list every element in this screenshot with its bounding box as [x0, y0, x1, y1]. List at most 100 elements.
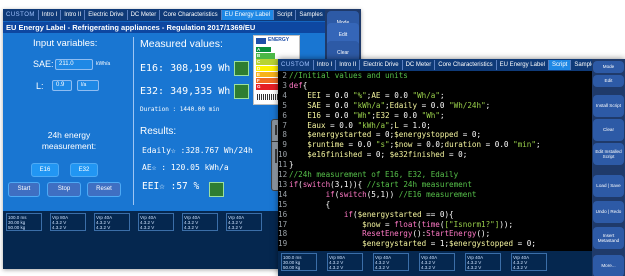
code-token: = 0;	[362, 150, 390, 160]
tab-custom[interactable]: CUSTOM	[3, 10, 39, 20]
code-token: E16	[289, 110, 322, 120]
reset-button[interactable]: Reset	[87, 182, 121, 197]
edit-button[interactable]: Edit	[593, 75, 624, 87]
line-number: 14	[278, 189, 288, 199]
code-token: }	[289, 160, 294, 170]
code-token: = 0.0	[321, 110, 354, 120]
line-number: 7	[282, 120, 287, 130]
meter-cell[interactable]: Vrp 40A 4.3.2 V 4.3.2 V	[373, 253, 409, 271]
line-number: 17	[278, 219, 288, 229]
code-token: = 0.0	[481, 140, 514, 150]
meter-cell[interactable]: Vrp 40A 4.3.2 V 4.3.2 V	[465, 253, 501, 271]
meter-cell[interactable]: Vrp 80A 4.3.2 V 4.3.2 V	[327, 253, 363, 271]
tab-intro-i[interactable]: Intro I	[314, 60, 337, 70]
code-token: = 0.0	[343, 140, 376, 150]
tab-eu-energy-label[interactable]: EU Energy Label	[221, 10, 274, 20]
stop-button[interactable]: Stop	[47, 182, 81, 197]
meter-cell[interactable]: Vrp 40A 4.3.2 V 4.3.2 V	[419, 253, 455, 271]
line-number: 4	[282, 90, 287, 100]
e32-button[interactable]: E32	[70, 163, 98, 177]
code-token: {	[289, 199, 331, 209]
regulation-title: EU Energy Label - Refrigerating applianc…	[3, 22, 325, 33]
load-save-button[interactable]: Load | Save	[593, 175, 624, 197]
install-script-button[interactable]: Install Script	[593, 95, 624, 117]
tab-intro-ii[interactable]: Intro II	[61, 10, 86, 20]
code-token: = 0.0	[380, 90, 413, 100]
edit-installed-script-button[interactable]: Edit Installed Script	[593, 143, 624, 165]
energy-class-bar-b: B	[256, 53, 275, 59]
code-line: 15 {	[278, 199, 331, 210]
code-token: $energystarted	[289, 130, 372, 140]
l-unit: l/a	[77, 80, 99, 91]
tab-script[interactable]: Script	[549, 60, 572, 70]
l-input[interactable]: 0.9	[52, 80, 72, 91]
meter-reading: 4.3.2 V	[467, 265, 482, 270]
tab-eu-energy-label[interactable]: EU Energy Label	[497, 60, 549, 70]
eei-value: EEI☆ :57 %	[142, 181, 200, 192]
saf-unit: kWh/a	[96, 61, 111, 67]
start-button[interactable]: Start	[8, 182, 40, 197]
meter-cell[interactable]: Vrp 40A 4.3.2 V 4.3.2 V	[182, 213, 218, 231]
saf-input[interactable]: 211.0	[55, 59, 93, 70]
tab-samples[interactable]: Samples	[296, 10, 327, 20]
code-token: //24h measurement of E16, E32, Edaily	[289, 170, 459, 179]
meter-strip: 100.0 ms 30.00 kg 50.00 kg Vrp 80A 4.3.2 V 4.…	[3, 211, 325, 269]
mode-label: Mode	[602, 64, 615, 70]
code-line: 13 if(switch(3,1)){ //start 24h measureme…	[278, 179, 472, 190]
code-token: ResetEnergy	[289, 229, 413, 239]
more-button[interactable]: More...	[593, 255, 624, 276]
line-number: 6	[282, 110, 287, 120]
tab-script[interactable]: Script	[274, 10, 297, 20]
tab-electric-drive[interactable]: Electric Drive	[360, 60, 403, 70]
tab-core-characteristics[interactable]: Core Characteristics	[435, 60, 497, 70]
meter-reading: 4.3.2 V	[96, 225, 111, 230]
tab-core-characteristics[interactable]: Core Characteristics	[160, 10, 222, 20]
tab-custom[interactable]: CUSTOM	[278, 60, 314, 70]
insert-metastand-button[interactable]: Insert Metastand	[593, 227, 624, 249]
code-token: (5,1))	[366, 189, 399, 199]
tab-dc-meter[interactable]: DC Meter	[128, 10, 161, 20]
code-token: == 0){	[421, 209, 454, 219]
code-token: = 0;	[444, 150, 468, 160]
line-number: 11	[278, 160, 288, 170]
code-token: = 1;	[426, 239, 450, 249]
line-number: 12	[278, 170, 288, 179]
meter-reading: 4.3.2 V	[140, 225, 155, 230]
code-token: ;	[439, 110, 445, 120]
saf-value: 211.0	[59, 61, 74, 67]
meter-cell[interactable]: Vrp 40A 4.3.2 V 4.3.2 V	[138, 213, 174, 231]
tab-intro-i[interactable]: Intro I	[39, 10, 62, 20]
meter-cell[interactable]: Vrp 40A 4.3.2 V 4.3.2 V	[511, 253, 547, 271]
tab-intro-ii[interactable]: Intro II	[336, 60, 361, 70]
code-token: = 0.0	[321, 100, 354, 110]
meter-cell[interactable]: Vrp 40A 4.3.2 V 4.3.2 V	[226, 213, 262, 231]
mode-button[interactable]: Mode	[593, 61, 624, 73]
tab-dc-meter[interactable]: DC Meter	[403, 60, 436, 70]
meter-reading: 4.3.2 V	[52, 225, 67, 230]
code-token: switch	[302, 179, 331, 189]
meter-strip: 100.0 ms 30.00 kg 50.00 kg Vrp 80A 4.3.2 V 4.…	[278, 251, 592, 276]
e16-button[interactable]: E16	[31, 163, 59, 177]
code-token: def	[289, 80, 303, 90]
script-editor[interactable]: 2//Initial values and units 3 def{4 EEI = …	[278, 71, 592, 251]
clear-button[interactable]: Clear	[593, 119, 624, 141]
code-token: = 0.0	[321, 90, 354, 100]
meter-cell[interactable]: 100.0 ms 30.00 kg 50.00 kg	[281, 253, 317, 271]
code-token: $now	[289, 219, 381, 229]
code-token: "kWh/a"	[353, 100, 386, 110]
eei-status-indicator	[209, 182, 224, 197]
code-line: 7 Eaux = 0.0 "kWh/a";L = 1.0;	[278, 120, 430, 131]
meter-reading: 50.00 kg	[8, 225, 26, 230]
meter-cell[interactable]: Vrp 80A 4.3.2 V 4.3.2 V	[50, 213, 86, 231]
code-token: //start 24h measurement	[366, 179, 472, 189]
meter-reading: 4.3.2 V	[421, 265, 436, 270]
meter-cell[interactable]: 100.0 ms 30.00 kg 50.00 kg	[6, 213, 42, 231]
code-token: Eaux	[289, 120, 326, 130]
code-token: StartEnergy	[426, 229, 477, 239]
tab-electric-drive[interactable]: Electric Drive	[85, 10, 128, 20]
meter-cell[interactable]: Vrp 40A 4.3.2 V 4.3.2 V	[94, 213, 130, 231]
code-token: = 0;	[513, 239, 536, 249]
undo-redo-button[interactable]: Undo | Redo	[593, 201, 624, 223]
l-label: L:	[36, 81, 44, 91]
code-token: "Wh"	[421, 110, 440, 120]
